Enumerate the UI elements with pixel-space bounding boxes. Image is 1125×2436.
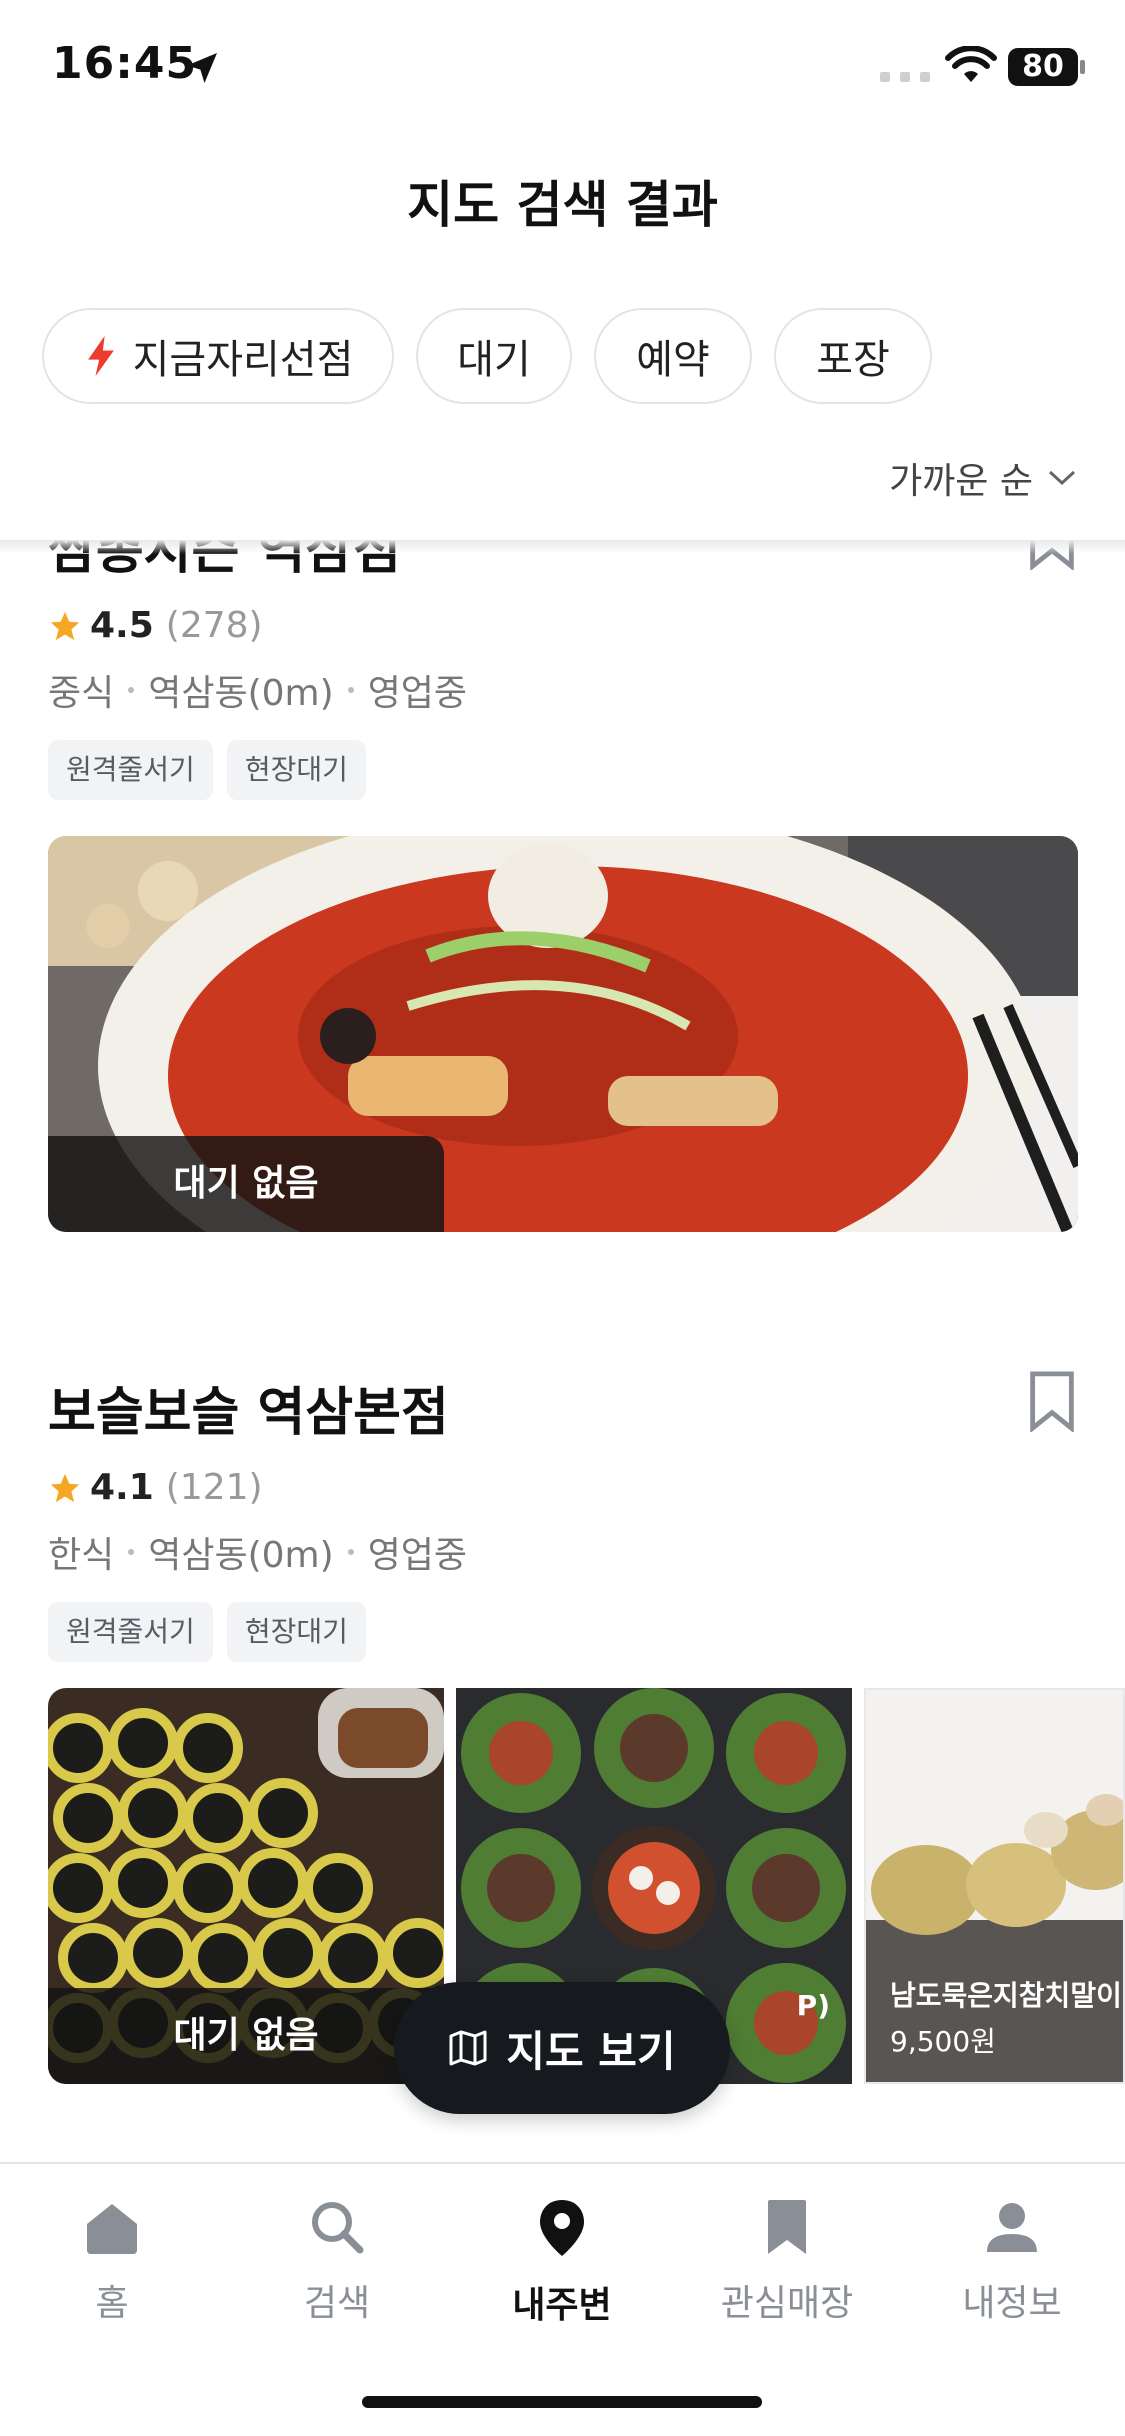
chip-label: 대기	[457, 337, 531, 383]
bolt-icon	[87, 335, 114, 377]
tab-label: 내정보	[962, 2283, 1062, 2324]
chip-label: 포장	[816, 337, 890, 383]
rating-row: 4.1 (121)	[48, 1467, 1078, 1508]
category: 중식	[48, 673, 115, 714]
chip-reserve[interactable]: 예약	[594, 308, 752, 404]
store-photo[interactable]: 대기 없음	[48, 836, 1078, 1232]
open-status: 영업중	[367, 1535, 468, 1576]
menu-price: 9,500원	[890, 2025, 996, 2058]
wait-badge: 대기 없음	[48, 1136, 444, 1232]
location: 역삼동(0m)	[148, 673, 334, 714]
tab-search[interactable]: 검색	[247, 2198, 427, 2326]
star-icon	[50, 1473, 80, 1502]
tags: 원격줄서기 현장대기	[48, 740, 1078, 800]
separator-dot	[347, 1549, 354, 1555]
bookmark-icon	[768, 2200, 806, 2254]
battery-icon: 80	[1008, 48, 1078, 86]
chip-label: 예약	[636, 337, 710, 383]
wifi-icon	[945, 46, 997, 82]
header-divider	[0, 540, 1125, 554]
rating-row: 4.5 (278)	[48, 605, 1078, 646]
menu-caption: P)	[796, 1989, 830, 2022]
tab-label: 내주변	[512, 2285, 612, 2326]
tab-favorites[interactable]: 관심매장	[697, 2198, 877, 2326]
tab-my-info[interactable]: 내정보	[922, 2198, 1102, 2326]
wait-badge: 대기 없음	[48, 1988, 444, 2084]
info-row: 한식 역삼동(0m) 영업중	[48, 1526, 1078, 1578]
battery-tip	[1080, 60, 1085, 74]
menu-name: 남도묵은지참치말이	[890, 1979, 1122, 2012]
tab-home[interactable]: 홈	[22, 2198, 202, 2326]
separator-dot	[347, 687, 354, 693]
tab-bar: 홈 검색 내주변 관심매장 내정보	[0, 2162, 1125, 2436]
chip-label: 지금자리선점	[132, 337, 354, 383]
menu-photo[interactable]: 남도묵은지참치말이 9,500원	[864, 1688, 1125, 2084]
location: 역삼동(0m)	[148, 1535, 334, 1576]
review-count: (121)	[165, 1467, 263, 1508]
tag: 원격줄서기	[48, 1602, 213, 1662]
filter-chips: 지금자리선점 대기 예약 포장	[42, 308, 932, 404]
separator-dot	[128, 687, 135, 693]
sort-label: 가까운 순	[889, 461, 1033, 502]
tab-label: 관심매장	[720, 2283, 854, 2324]
tag: 현장대기	[226, 1602, 366, 1662]
map-view-button[interactable]: 지도 보기	[394, 1982, 730, 2114]
map-button-label: 지도 보기	[506, 2026, 676, 2076]
chip-instant-seat[interactable]: 지금자리선점	[42, 308, 394, 404]
chip-takeout[interactable]: 포장	[774, 308, 932, 404]
chip-wait[interactable]: 대기	[416, 308, 572, 404]
rating-value: 4.5	[90, 605, 154, 646]
store-card[interactable]: 쌈총시즌 역삼점 4.5 (278) 중식 역삼동(0m) 영업중 원격줄서기 …	[48, 540, 1078, 1232]
tab-label: 검색	[303, 2283, 371, 2324]
menu-caption: 남도묵은지참치말이 9,500원	[890, 1974, 1122, 2060]
home-icon	[87, 2204, 137, 2254]
tab-nearby[interactable]: 내주변	[472, 2198, 652, 2328]
sort-dropdown[interactable]: 가까운 순	[889, 452, 1077, 504]
location-arrow-icon	[187, 53, 217, 83]
category: 한식	[48, 1535, 115, 1576]
tab-label: 홈	[95, 2283, 129, 2324]
store-name: 보슬보슬 역삼본점	[48, 1383, 449, 1443]
status-bar: 16:45 80	[0, 0, 1125, 140]
home-indicator	[362, 2396, 762, 2408]
chevron-down-icon	[1048, 470, 1076, 486]
cellular-signal-icon	[880, 72, 930, 82]
person-icon	[987, 2203, 1037, 2252]
page-title: 지도 검색 결과	[407, 176, 718, 234]
info-row: 중식 역삼동(0m) 영업중	[48, 664, 1078, 716]
separator-dot	[128, 1549, 135, 1555]
store-photo[interactable]: 대기 없음	[48, 1688, 444, 2084]
map-icon	[449, 2030, 487, 2066]
tag: 원격줄서기	[48, 740, 213, 800]
bookmark-icon[interactable]	[1026, 1370, 1078, 1432]
tags: 원격줄서기 현장대기	[48, 1602, 1078, 1662]
store-card[interactable]: 보슬보슬 역삼본점 4.1 (121) 한식 역삼동(0m) 영업중 원격줄서기…	[48, 1370, 1078, 1662]
review-count: (278)	[165, 605, 263, 646]
tag: 현장대기	[226, 740, 366, 800]
search-icon	[312, 2202, 364, 2254]
status-time: 16:45	[52, 38, 198, 89]
open-status: 영업중	[367, 673, 468, 714]
store-list[interactable]: 쌈총시즌 역삼점 4.5 (278) 중식 역삼동(0m) 영업중 원격줄서기 …	[0, 540, 1125, 2162]
star-icon	[50, 611, 80, 640]
rating-value: 4.1	[90, 1467, 154, 1508]
location-pin-icon	[540, 2200, 584, 2256]
